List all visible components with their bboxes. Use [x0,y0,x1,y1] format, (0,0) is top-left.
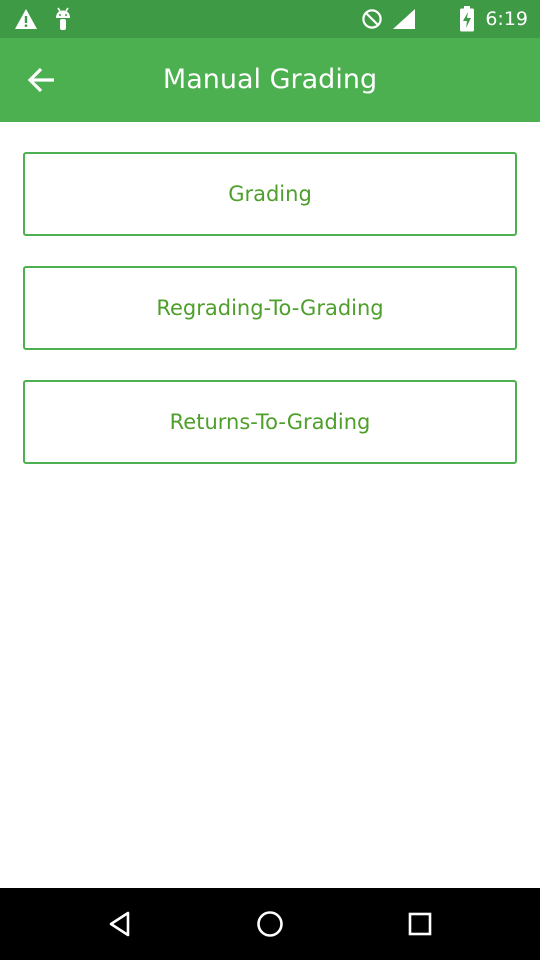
status-time: 6:19 [485,8,528,30]
nav-back-button[interactable] [100,904,140,944]
battery-icon [460,6,474,32]
back-button[interactable] [14,52,70,108]
nav-home-button[interactable] [250,904,290,944]
android-debug-icon [56,7,70,30]
returns-to-grading-button[interactable]: Returns-To-Grading [23,380,517,464]
app-bar: Manual Grading [0,38,540,122]
back-triangle-icon [109,911,130,937]
recents-square-icon [408,912,432,936]
system-nav-bar [0,888,540,960]
arrow-left-icon [27,67,54,93]
home-circle-icon [257,911,283,937]
nav-recents-button[interactable] [400,904,440,944]
regrading-to-grading-button[interactable]: Regrading-To-Grading [23,266,517,350]
warning-icon [15,9,37,29]
do-not-disturb-icon [362,9,382,29]
status-bar: 6:19 [0,0,540,38]
page-title: Manual Grading [162,64,378,95]
grading-button[interactable]: Grading [23,152,517,236]
signal-icon [393,9,415,29]
